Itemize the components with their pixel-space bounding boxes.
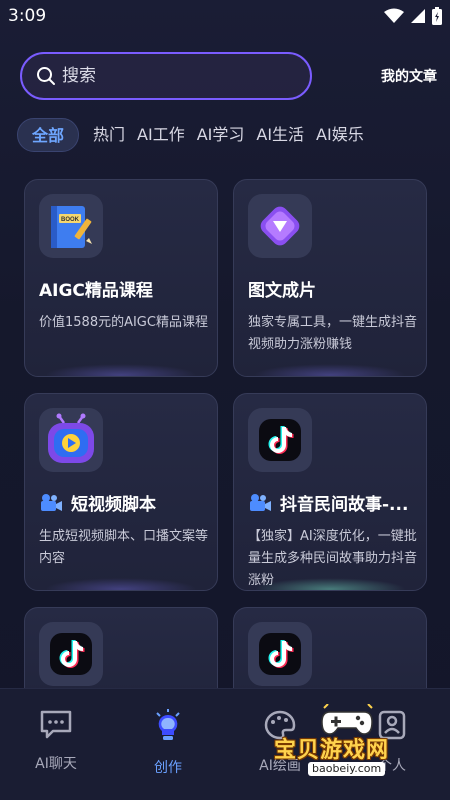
watermark-url: baobeiy.com [308,762,386,776]
card-description: 独家专属工具，一键生成抖音视频助力涨粉赚钱 [248,315,418,352]
status-time: 3:09 [8,6,47,26]
battery-icon [432,7,442,25]
card-glow [45,364,197,376]
status-bar: 3:09 [0,0,450,34]
tiktok-icon [259,633,301,675]
card-image-to-video[interactable]: 图文成片 独家专属工具，一键生成抖音视频助力涨粉赚钱 [233,179,427,377]
tab-ai-work[interactable]: AI工作 [137,118,185,152]
category-tabs: 全部 热门 AI工作 AI学习 AI生活 AI娱乐 [17,118,376,152]
card-douyin-folk-tales[interactable]: 抖音民间故事-... 【独家】AI深度优化，一键批量生成多种民间故事助力抖音涨粉 [233,393,427,591]
watermark-title: 宝贝游戏网 [274,738,390,763]
tab-ai-life[interactable]: AI生活 [256,118,304,152]
tiktok-icon [259,419,301,461]
card-title-row: 短视频脚本 [39,490,156,515]
status-icons [384,7,442,25]
tv-icon [48,413,94,463]
card-description: 价值1588元的AIGC精品课程 [39,315,208,330]
card-icon-box [248,194,312,258]
nav-label: AI聊天 [35,756,77,772]
search-icon [37,67,55,85]
card-glow [254,364,406,376]
card-icon-box [39,408,103,472]
book-icon: BOOK [51,206,92,248]
nav-create[interactable]: 创作 [112,709,224,777]
nav-label: 创作 [154,760,182,776]
search-bar[interactable] [20,52,312,100]
watermark: 宝贝游戏网 baobeiy.com [262,704,432,784]
tab-ai-study[interactable]: AI学习 [197,118,245,152]
tab-ai-entertainment[interactable]: AI娱乐 [316,118,364,152]
card-glow [254,578,406,590]
card-title-row: 抖音民间故事-... [248,490,408,515]
svg-text:BOOK: BOOK [61,217,80,223]
play-icon [260,206,300,246]
card-description: 生成短视频脚本、口播文案等内容 [39,529,209,566]
search-input[interactable] [62,66,282,86]
chat-icon [40,710,72,739]
card-icon-box [248,408,312,472]
card-glow [45,578,197,590]
tiktok-icon [50,633,92,675]
card-icon-box [248,622,312,686]
card-title: AIGC精品课程 [39,281,153,301]
card-icon-box: BOOK [39,194,103,258]
card-short-video-script[interactable]: 短视频脚本 生成短视频脚本、口播文案等内容 [24,393,218,591]
my-articles-link[interactable]: 我的文章 [381,66,437,86]
bulb-icon [156,709,180,740]
card-aigc-course[interactable]: BOOK AIGC精品课程 价值1588元的AIGC精品课程 [24,179,218,377]
card-title: 短视频脚本 [71,495,156,515]
wifi-icon [384,8,404,23]
video-camera-icon [250,493,271,511]
card-icon-box [39,622,103,686]
card-title: 抖音民间故事-... [280,495,409,515]
tab-hot[interactable]: 热门 [93,118,125,152]
tab-all[interactable]: 全部 [17,118,80,152]
card-title: 图文成片 [248,281,316,301]
video-camera-icon [41,493,62,511]
nav-ai-chat[interactable]: AI聊天 [0,709,112,773]
signal-icon [411,9,425,23]
